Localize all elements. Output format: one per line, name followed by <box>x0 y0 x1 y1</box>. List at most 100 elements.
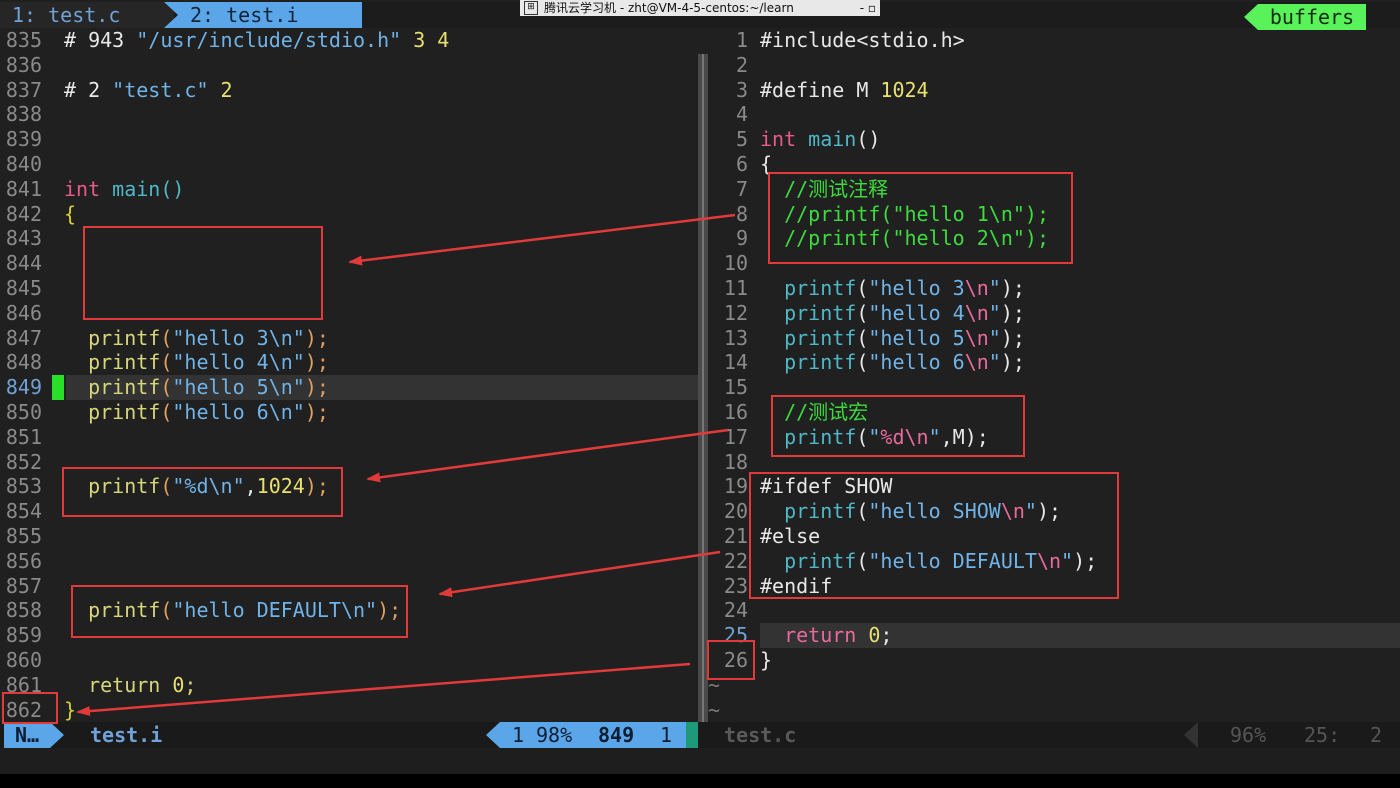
code-line[interactable]: 14 printf("hello 6\n"); <box>708 350 1025 375</box>
buffers-label[interactable]: buffers <box>1258 4 1366 30</box>
code-line[interactable]: 859 <box>0 623 64 648</box>
left-pos-percent: 98% <box>536 723 573 747</box>
code-line[interactable]: 842 { <box>0 202 76 227</box>
tab-separator <box>338 2 352 28</box>
code-token: printf <box>64 375 161 400</box>
code-line[interactable]: 848 printf("hello 4\n"); <box>0 350 329 375</box>
minimize-icon[interactable]: - <box>860 1 864 15</box>
code-line[interactable]: 1 #include<stdio.h> <box>708 28 965 53</box>
sign-column <box>52 202 64 227</box>
sign-column <box>52 648 64 673</box>
code-line[interactable]: 850 printf("hello 6\n"); <box>0 400 329 425</box>
line-number: 11 <box>723 276 748 300</box>
code-line[interactable]: 845 <box>0 276 64 301</box>
code-line[interactable]: 855 <box>0 524 64 549</box>
line-number: 15 <box>723 375 748 400</box>
line-number: 854 <box>5 499 42 524</box>
code-token: printf <box>64 325 161 350</box>
left-pos-col: 1 <box>660 723 673 747</box>
code-line[interactable]: 843 <box>0 226 64 251</box>
code-line[interactable]: 838 <box>0 102 64 127</box>
code-line[interactable]: 837 # 2 "test.c" 2 <box>0 78 233 103</box>
command-line[interactable] <box>0 748 1400 774</box>
annotation-box-left-closing-brace <box>2 692 58 724</box>
sign-column <box>52 127 64 152</box>
code-line[interactable]: 846 <box>0 301 64 326</box>
sign-column <box>52 251 64 276</box>
code-token: " <box>988 350 1001 375</box>
code-line[interactable]: 841 int main() <box>0 177 185 202</box>
sign-column <box>52 350 64 375</box>
sign-column <box>52 53 64 78</box>
code-line[interactable]: 10 <box>708 251 760 276</box>
code-token: ); <box>304 350 329 375</box>
code-token: " <box>988 300 1001 325</box>
code-line[interactable]: 4 <box>708 102 760 127</box>
right-pos-percent: 96% <box>1230 723 1267 747</box>
line-number: 7 <box>735 176 748 201</box>
code-token: # 2 <box>64 77 113 102</box>
code-token: } <box>760 648 773 672</box>
right-pos-col: 2 <box>1370 723 1383 747</box>
code-token: ); <box>304 375 329 400</box>
code-line[interactable]: 860 <box>0 648 64 673</box>
line-number: 845 <box>5 276 42 300</box>
line-number: 839 <box>5 127 42 152</box>
line-number: 1 <box>735 28 748 52</box>
code-token: "hello 4 <box>868 300 965 325</box>
tab-test-i[interactable]: 2: test.i <box>178 2 362 28</box>
line-number: 22 <box>723 548 748 573</box>
window-icon[interactable]: ⊞ <box>524 1 538 15</box>
code-token: " <box>988 276 1001 300</box>
code-line[interactable]: 856 <box>0 549 64 574</box>
code-line[interactable]: 851 <box>0 425 64 450</box>
code-token: ( <box>160 375 173 400</box>
line-number: 855 <box>5 524 42 548</box>
code-line[interactable]: 6{ <box>708 152 772 177</box>
line-number: 13 <box>723 325 748 350</box>
code-token: } <box>64 697 77 722</box>
restore-icon[interactable]: ▫ <box>868 1 876 15</box>
left-filename: test.i <box>90 723 163 747</box>
code-text: int main() <box>760 127 880 152</box>
sign-column <box>52 301 64 326</box>
line-number: 850 <box>5 400 42 424</box>
line-number: 12 <box>723 300 748 325</box>
code-token: " <box>988 325 1001 350</box>
right-editor-pane[interactable]: 1 #include<stdio.h> 2 3 #define M 1024 4 5 int … <box>708 28 1400 722</box>
line-number: 847 <box>5 325 42 350</box>
code-line[interactable]: 854 <box>0 499 64 524</box>
code-line[interactable]: 840 <box>0 152 64 177</box>
code-line[interactable]: 24 <box>708 598 760 623</box>
code-line[interactable]: 839 <box>0 127 64 152</box>
code-token: # 943 <box>64 28 137 52</box>
line-number: 849 <box>5 375 42 400</box>
line-number: 19 <box>723 474 748 499</box>
code-line[interactable]: 12 printf("hello 4\n"); <box>708 301 1025 326</box>
code-line[interactable]: 11 printf("hello 3\n"); <box>708 276 1025 301</box>
code-text: #define M 1024 <box>760 78 929 103</box>
code-token: ); <box>304 325 329 350</box>
line-number: 842 <box>5 201 42 226</box>
code-line[interactable]: 857 <box>0 574 64 599</box>
code-text: } <box>64 698 76 722</box>
code-line[interactable]: 852 <box>0 450 64 475</box>
tab-test-c[interactable]: 1: test.c <box>0 2 174 28</box>
code-line[interactable]: 15 <box>708 375 760 400</box>
code-line[interactable]: 3 #define M 1024 <box>708 78 929 103</box>
code-line[interactable]: 836 <box>0 53 64 78</box>
code-text: return 0; <box>760 623 892 648</box>
code-line[interactable]: 13 printf("hello 5\n"); <box>708 326 1025 351</box>
line-number: 9 <box>735 226 748 251</box>
code-token: 2 <box>208 77 233 102</box>
code-line[interactable]: 2 <box>708 53 760 78</box>
sign-column <box>52 400 64 425</box>
code-line[interactable]: 835 # 943 "/usr/include/stdio.h" 3 4 <box>0 28 449 53</box>
code-line[interactable]: 844 <box>0 251 64 276</box>
code-line[interactable]: 18 <box>708 450 760 475</box>
code-token: { <box>64 201 77 226</box>
code-line[interactable]: 5 int main() <box>708 127 880 152</box>
code-line[interactable]: 847 printf("hello 3\n"); <box>0 326 329 351</box>
code-line[interactable]: 849 printf("hello 5\n"); <box>0 375 329 400</box>
code-token: "hello 6\n" <box>172 400 305 424</box>
